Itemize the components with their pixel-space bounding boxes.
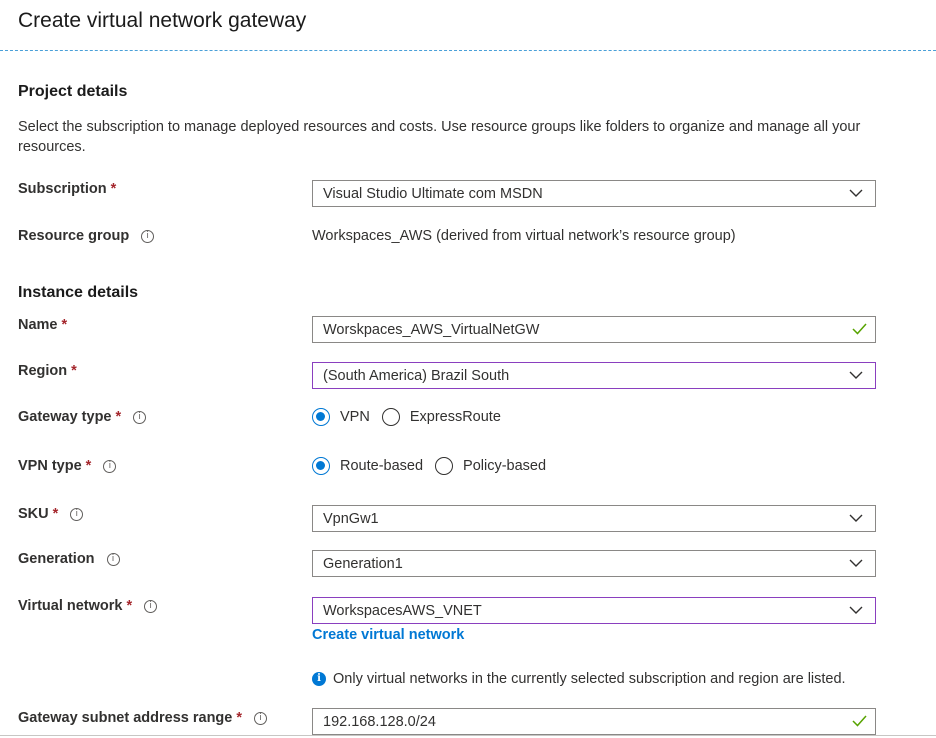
radio-vpn[interactable] xyxy=(312,408,330,426)
gateway-subnet-label: Gateway subnet address range * i xyxy=(18,710,268,726)
gateway-subnet-label-text: Gateway subnet address range xyxy=(18,710,233,726)
region-value: (South America) Brazil South xyxy=(323,367,510,384)
name-value: Worskpaces_AWS_VirtualNetGW xyxy=(323,321,540,338)
region-dropdown[interactable]: (South America) Brazil South xyxy=(312,362,876,389)
sku-label: SKU * i xyxy=(18,506,84,522)
resource-group-value: Workspaces_AWS (derived from virtual net… xyxy=(312,228,736,244)
sku-label-text: SKU xyxy=(18,506,49,522)
chevron-down-icon xyxy=(849,514,863,522)
virtual-network-label-text: Virtual network xyxy=(18,598,123,614)
required-marker: * xyxy=(52,506,59,522)
gateway-type-label-text: Gateway type xyxy=(18,409,112,425)
virtual-network-note: i Only virtual networks in the currently… xyxy=(312,671,846,687)
info-filled-icon: i xyxy=(312,672,326,686)
radio-route-based[interactable] xyxy=(312,457,330,475)
info-icon[interactable]: i xyxy=(141,229,155,243)
chevron-down-icon xyxy=(849,606,863,614)
info-icon[interactable]: i xyxy=(70,507,84,521)
radio-route-based-label[interactable]: Route-based xyxy=(340,458,423,474)
required-marker: * xyxy=(61,317,68,333)
info-icon[interactable]: i xyxy=(133,410,147,424)
generation-label-text: Generation xyxy=(18,551,95,567)
resource-group-label-text: Resource group xyxy=(18,228,130,244)
gateway-type-radio-group: VPN ExpressRoute xyxy=(312,408,513,426)
checkmark-icon xyxy=(852,323,867,335)
gateway-subnet-value: 192.168.128.0/24 xyxy=(323,713,436,730)
generation-value: Generation1 xyxy=(323,555,403,572)
chevron-down-icon xyxy=(849,371,863,379)
gateway-subnet-input[interactable]: 192.168.128.0/24 xyxy=(312,708,876,735)
required-marker: * xyxy=(115,409,122,425)
page-title: Create virtual network gateway xyxy=(18,9,307,32)
region-label: Region * xyxy=(18,363,77,379)
checkmark-icon xyxy=(852,715,867,727)
radio-expressroute-label[interactable]: ExpressRoute xyxy=(410,409,501,425)
create-virtual-network-link[interactable]: Create virtual network xyxy=(312,627,464,643)
gateway-type-label: Gateway type * i xyxy=(18,409,147,425)
required-marker: * xyxy=(85,458,92,474)
name-label-text: Name xyxy=(18,317,58,333)
radio-vpn-label[interactable]: VPN xyxy=(340,409,370,425)
vpn-type-label: VPN type * i xyxy=(18,458,117,474)
subscription-label-text: Subscription xyxy=(18,181,107,197)
virtual-network-dropdown[interactable]: WorkspacesAWS_VNET xyxy=(312,597,876,624)
sku-dropdown[interactable]: VpnGw1 xyxy=(312,505,876,532)
info-icon[interactable]: i xyxy=(103,459,117,473)
subscription-value: Visual Studio Ultimate com MSDN xyxy=(323,185,543,202)
project-details-description: Select the subscription to manage deploy… xyxy=(18,119,861,155)
sku-value: VpnGw1 xyxy=(323,510,379,527)
subscription-label: Subscription * xyxy=(18,181,116,197)
instance-details-heading: Instance details xyxy=(18,284,139,301)
project-details-heading: Project details xyxy=(18,83,128,100)
chevron-down-icon xyxy=(849,189,863,197)
chevron-down-icon xyxy=(849,559,863,567)
radio-expressroute[interactable] xyxy=(381,408,400,426)
region-label-text: Region xyxy=(18,363,68,379)
info-icon[interactable]: i xyxy=(106,552,120,566)
required-marker: * xyxy=(236,710,243,726)
radio-policy-based[interactable] xyxy=(435,457,454,475)
subscription-dropdown[interactable]: Visual Studio Ultimate com MSDN xyxy=(312,180,876,207)
info-icon[interactable]: i xyxy=(254,711,268,725)
blade-header: Create virtual network gateway xyxy=(0,0,936,51)
bottom-divider xyxy=(0,735,936,736)
required-marker: * xyxy=(126,598,133,614)
vpn-type-label-text: VPN type xyxy=(18,458,82,474)
vpn-type-radio-group: Route-based Policy-based xyxy=(312,457,558,475)
name-input[interactable]: Worskpaces_AWS_VirtualNetGW xyxy=(312,316,876,343)
info-icon[interactable]: i xyxy=(144,599,158,613)
generation-label: Generation i xyxy=(18,551,120,567)
resource-group-label: Resource group i xyxy=(18,228,155,244)
radio-policy-based-label[interactable]: Policy-based xyxy=(463,458,546,474)
required-marker: * xyxy=(110,181,117,197)
generation-dropdown[interactable]: Generation1 xyxy=(312,550,876,577)
required-marker: * xyxy=(71,363,77,379)
name-label: Name * xyxy=(18,317,67,333)
virtual-network-label: Virtual network * i xyxy=(18,598,158,614)
virtual-network-note-text: Only virtual networks in the currently s… xyxy=(333,671,846,687)
virtual-network-value: WorkspacesAWS_VNET xyxy=(323,602,482,619)
